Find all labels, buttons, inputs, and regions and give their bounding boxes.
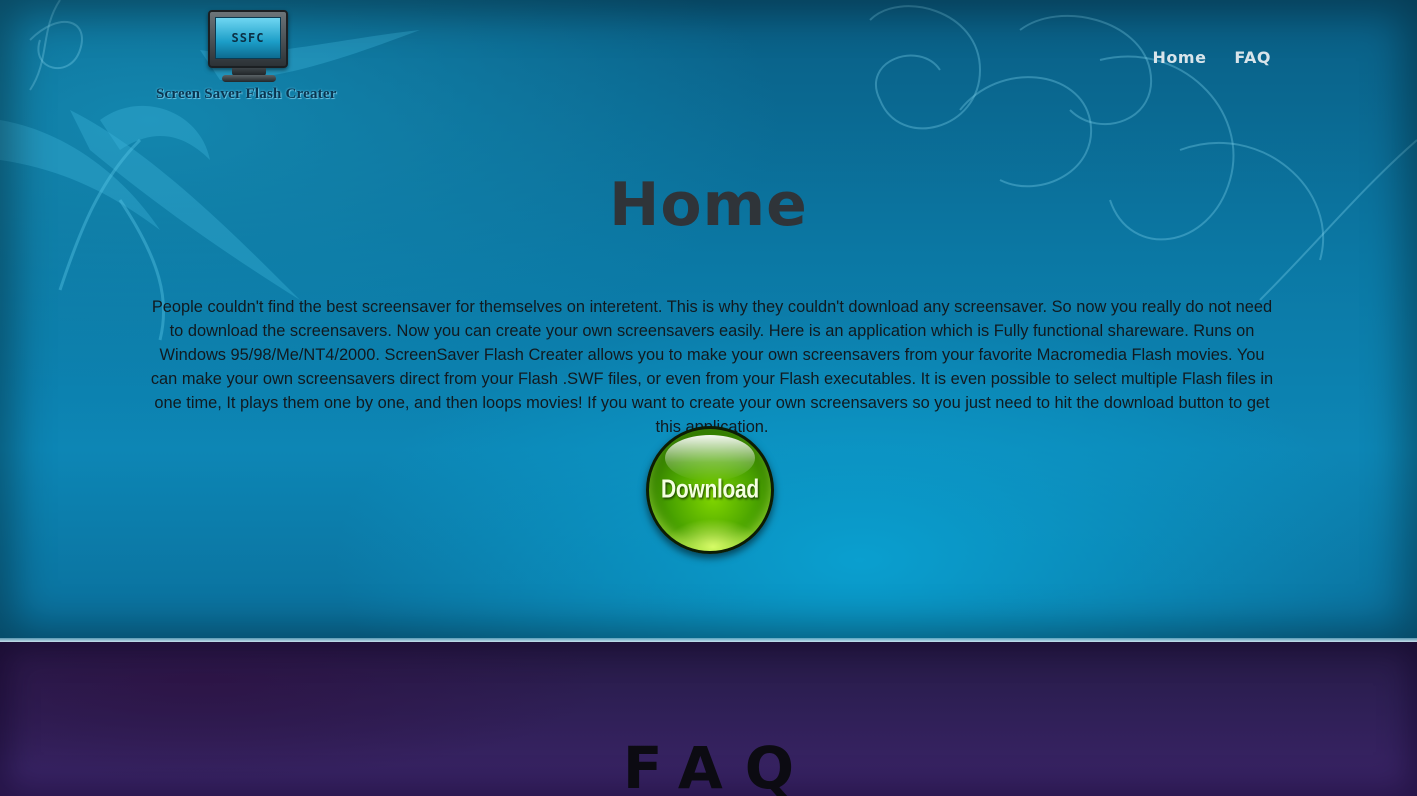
monitor-base: [222, 75, 276, 82]
faq-title: FAQ: [622, 734, 817, 796]
section-divider: [0, 638, 1417, 642]
download-button[interactable]: Download: [646, 426, 774, 554]
monitor-icon: SSFC: [208, 10, 288, 68]
download-button-label: Download: [661, 475, 759, 504]
logo-screen-text: SSFC: [215, 17, 281, 59]
main-nav: Home FAQ: [1153, 48, 1271, 67]
hero-section: SSFC Screen Saver Flash Creater Home FAQ…: [0, 0, 1417, 642]
page-title: Home: [609, 170, 808, 240]
intro-paragraph: People couldn't find the best screensave…: [150, 298, 1274, 436]
nav-home-link[interactable]: Home: [1153, 48, 1207, 67]
site-logo[interactable]: SSFC Screen Saver Flash Creater: [152, 8, 342, 108]
logo-text: Screen Saver Flash Creater: [156, 86, 337, 102]
nav-faq-link[interactable]: FAQ: [1234, 48, 1271, 67]
faq-section: FAQ: [0, 642, 1417, 796]
